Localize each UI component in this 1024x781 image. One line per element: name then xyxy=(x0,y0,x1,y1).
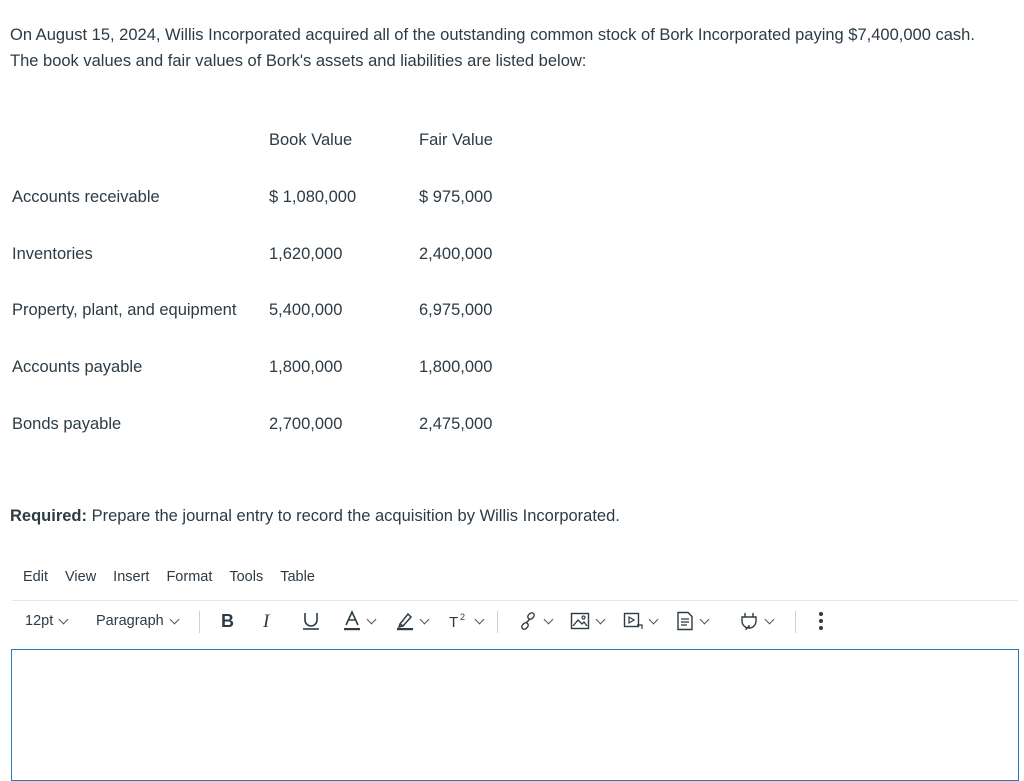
chevron-down-icon xyxy=(595,614,606,624)
font-size-value: 12pt xyxy=(25,613,54,629)
text-color-icon xyxy=(343,610,361,632)
svg-text:I: I xyxy=(262,612,271,630)
svg-text:B: B xyxy=(221,612,234,630)
svg-text:2: 2 xyxy=(460,612,465,622)
menu-view[interactable]: View xyxy=(65,569,96,585)
superscript-icon: T2 xyxy=(449,611,469,631)
required-label: Required: xyxy=(10,507,88,525)
row-book-value: 2,700,000 xyxy=(269,415,343,433)
block-format-value: Paragraph xyxy=(96,613,164,629)
chevron-down-icon xyxy=(58,614,69,624)
more-icon xyxy=(818,611,824,631)
image-icon xyxy=(570,612,590,630)
underline-button[interactable] xyxy=(302,603,320,639)
apps-icon xyxy=(739,611,759,631)
highlight-icon xyxy=(396,610,414,632)
row-label: Property, plant, and equipment xyxy=(12,301,237,319)
superscript-button[interactable]: T2 xyxy=(449,603,485,639)
highlight-button[interactable] xyxy=(396,603,430,639)
italic-icon: I xyxy=(262,612,276,630)
fair-value-header: Fair Value xyxy=(419,131,493,149)
row-fair-value: 2,400,000 xyxy=(419,245,493,263)
toolbar-separator xyxy=(497,611,498,633)
required-text: Prepare the journal entry to record the … xyxy=(87,507,620,525)
toolbar-separator xyxy=(795,611,796,633)
row-label: Bonds payable xyxy=(12,415,122,433)
document-icon xyxy=(676,611,694,631)
toolbar-divider xyxy=(12,600,1018,601)
svg-text:T: T xyxy=(449,614,458,631)
row-label: Accounts receivable xyxy=(12,188,160,206)
chevron-down-icon xyxy=(648,614,659,624)
chevron-down-icon xyxy=(366,614,377,624)
row-fair-value: 1,800,000 xyxy=(419,358,493,376)
menu-format[interactable]: Format xyxy=(166,569,212,585)
text-color-button[interactable] xyxy=(343,603,377,639)
block-format-dropdown[interactable]: Paragraph xyxy=(96,603,180,639)
rich-text-editor-area[interactable] xyxy=(11,649,1019,781)
chevron-down-icon xyxy=(543,614,554,624)
more-options-button[interactable] xyxy=(818,603,824,639)
editor-menubar: Edit View Insert Format Tools Table xyxy=(23,569,332,585)
bold-icon: B xyxy=(220,612,236,630)
menu-table[interactable]: Table xyxy=(280,569,315,585)
menu-edit[interactable]: Edit xyxy=(23,569,48,585)
toolbar-separator xyxy=(199,611,200,633)
link-button[interactable] xyxy=(518,603,554,639)
apps-button[interactable] xyxy=(739,603,775,639)
font-size-dropdown[interactable]: 12pt xyxy=(25,603,69,639)
media-button[interactable] xyxy=(623,603,659,639)
document-button[interactable] xyxy=(676,603,710,639)
row-fair-value: 6,975,000 xyxy=(419,301,493,319)
link-icon xyxy=(518,611,538,631)
menu-insert[interactable]: Insert xyxy=(113,569,149,585)
image-button[interactable] xyxy=(570,603,606,639)
question-text: On August 15, 2024, Willis Incorporated … xyxy=(10,26,975,70)
bold-button[interactable]: B xyxy=(220,603,236,639)
row-book-value: $ 1,080,000 xyxy=(269,188,357,206)
row-book-value: 1,620,000 xyxy=(269,245,343,263)
chevron-down-icon xyxy=(419,614,430,624)
editor-toolbar: 12pt Paragraph B I T2 xyxy=(0,603,1024,639)
row-book-value: 5,400,000 xyxy=(269,301,343,319)
row-label: Accounts payable xyxy=(12,358,143,376)
chevron-down-icon xyxy=(699,614,710,624)
media-icon xyxy=(623,612,643,630)
required-instruction: Required: Prepare the journal entry to r… xyxy=(10,507,620,526)
chevron-down-icon xyxy=(169,614,180,624)
menu-tools[interactable]: Tools xyxy=(229,569,263,585)
italic-button[interactable]: I xyxy=(262,603,276,639)
underline-icon xyxy=(302,610,320,632)
row-label: Inventories xyxy=(12,245,93,263)
row-fair-value: 2,475,000 xyxy=(419,415,493,433)
book-value-header: Book Value xyxy=(269,131,353,149)
row-book-value: 1,800,000 xyxy=(269,358,343,376)
chevron-down-icon xyxy=(764,614,775,624)
chevron-down-icon xyxy=(474,614,485,624)
row-fair-value: $ 975,000 xyxy=(419,188,493,206)
